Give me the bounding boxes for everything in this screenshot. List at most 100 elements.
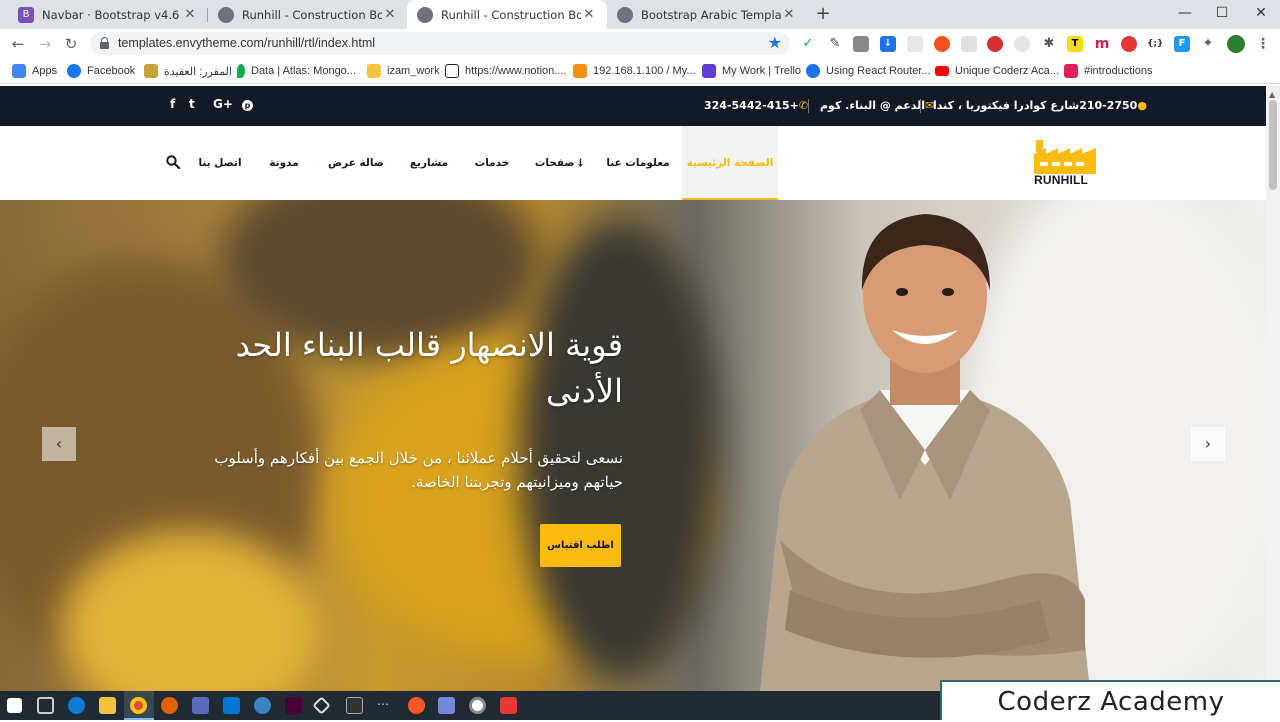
extension-icon[interactable]: ✓: [800, 36, 816, 52]
facebook-icon: [67, 64, 81, 78]
close-tab-icon[interactable]: ✕: [382, 7, 398, 22]
bookmark-aqeedah[interactable]: المقرر: العقيدة: [144, 63, 232, 79]
nav-gallery[interactable]: صالة عرض: [325, 126, 387, 200]
extension-icon[interactable]: m: [1094, 36, 1110, 52]
nav-blog[interactable]: مدونة: [262, 126, 306, 200]
request-quote-button[interactable]: اطلب اقتباس: [540, 524, 621, 567]
bookmark-trello[interactable]: My Work | Trello: [702, 63, 801, 79]
extension-icon[interactable]: [934, 36, 950, 52]
nav-about[interactable]: معلومات عنا: [606, 126, 670, 200]
bookmark-label: 192.168.1.100 / My...: [593, 65, 696, 77]
slider-prev-button[interactable]: ‹: [42, 427, 76, 461]
eyedropper-icon[interactable]: ✎: [827, 36, 843, 52]
twitter-icon[interactable]: t: [189, 97, 195, 111]
avatar[interactable]: [1227, 35, 1245, 53]
app-icon[interactable]: [254, 697, 271, 714]
bookmark-facebook[interactable]: Facebook: [67, 63, 135, 79]
extension-icon[interactable]: [1014, 36, 1030, 52]
search-icon[interactable]: [166, 155, 180, 169]
puzzle-icon[interactable]: ✦: [1200, 36, 1216, 52]
topbar-email[interactable]: ✉الدعم @ البناء. كوم: [820, 99, 934, 112]
reload-icon[interactable]: ↻: [60, 33, 82, 55]
terminal-icon[interactable]: [346, 697, 363, 714]
bookmark-react-router[interactable]: Using React Router...: [806, 63, 931, 79]
back-icon[interactable]: ←: [7, 33, 29, 55]
site-navbar: RUNHILL الصفحة الرئيسية معلومات عنا صفحا…: [0, 126, 1266, 200]
bookmark-notion[interactable]: https://www.notion....: [445, 63, 567, 79]
scroll-up-icon[interactable]: ▲: [1269, 90, 1275, 99]
close-window-button[interactable]: ✕: [1244, 0, 1278, 29]
phone-icon: ✆: [798, 99, 809, 112]
app-icon[interactable]: [192, 697, 209, 714]
download-icon[interactable]: ↓: [880, 36, 896, 52]
page-scrollbar[interactable]: ▲: [1266, 86, 1280, 691]
file-explorer-icon[interactable]: [99, 697, 116, 714]
nav-pages[interactable]: صفحات ⭣: [530, 126, 588, 200]
browser-tab-2[interactable]: Runhill - Construction Bootstrap ✕: [208, 0, 408, 29]
topbar-phone[interactable]: ✆+324-5442-415: [704, 99, 808, 112]
forward-icon[interactable]: →: [34, 33, 56, 55]
runhill-logo[interactable]: RUNHILL: [1034, 136, 1098, 188]
browser-tab-1[interactable]: B Navbar · Bootstrap v4.6 ✕: [8, 0, 208, 29]
extension-icon[interactable]: [907, 36, 923, 52]
site-topbar: f t G+ p ✆+324-5442-415 ✉الدعم @ البناء.…: [0, 86, 1266, 126]
hero-subtitle: نسعى لتحقيق أحلام عملائنا ، من خلال الجم…: [214, 449, 623, 491]
close-tab-icon[interactable]: ✕: [781, 7, 797, 22]
nav-home[interactable]: الصفحة الرئيسية: [682, 126, 778, 200]
slider-next-button[interactable]: ›: [1191, 427, 1225, 461]
mongodb-leaf-icon: [237, 64, 245, 78]
firefox-icon[interactable]: [161, 697, 178, 714]
trello-icon: [702, 64, 716, 78]
close-tab-icon[interactable]: ✕: [182, 7, 198, 22]
bookmark-star-icon[interactable]: ★: [768, 33, 782, 52]
bookmark-youtube[interactable]: Unique Coderz Aca...: [935, 63, 1059, 79]
nav-services[interactable]: خدمات: [470, 126, 514, 200]
camera-icon[interactable]: [853, 36, 869, 52]
task-view-icon[interactable]: [37, 697, 54, 714]
close-tab-icon[interactable]: ✕: [581, 7, 597, 22]
minimize-button[interactable]: —: [1168, 0, 1202, 29]
app-icon[interactable]: [408, 697, 425, 714]
bookmark-izam[interactable]: izam_work: [367, 63, 440, 79]
scrollbar-thumb[interactable]: [1269, 100, 1277, 190]
bookmark-label: Facebook: [87, 65, 136, 77]
extension-icon[interactable]: T: [1067, 36, 1083, 52]
windows-start-icon[interactable]: [7, 698, 22, 713]
bookmark-label: My Work | Trello: [722, 65, 802, 77]
bookmark-introductions[interactable]: #introductions: [1064, 63, 1153, 79]
app-icon[interactable]: ⋯: [377, 697, 394, 714]
email-text: الدعم @ البناء. كوم: [820, 99, 926, 112]
edge-icon[interactable]: [68, 697, 85, 714]
globe-icon: [417, 6, 433, 23]
extension-icon[interactable]: [1121, 36, 1137, 52]
bookmark-phpmyadmin[interactable]: 192.168.1.100 / My...: [573, 63, 696, 79]
new-tab-button[interactable]: +: [813, 4, 833, 24]
bookmark-atlas[interactable]: Data | Atlas: Mongo...: [237, 63, 356, 79]
extension-icon[interactable]: [961, 36, 977, 52]
menu-dots-icon[interactable]: ⋮: [1255, 36, 1271, 52]
browser-tab-4[interactable]: Bootstrap Arabic Template ✕: [607, 0, 807, 29]
notion-icon: [445, 64, 459, 78]
adobe-xd-icon[interactable]: [285, 697, 302, 714]
discord-icon[interactable]: [438, 697, 455, 714]
google-plus-icon[interactable]: G+: [213, 97, 233, 111]
pinterest-icon[interactable]: p: [242, 100, 253, 111]
maximize-button[interactable]: ☐: [1205, 0, 1239, 29]
chrome-icon[interactable]: [130, 697, 147, 714]
app-icon[interactable]: [312, 696, 331, 715]
address-bar[interactable]: templates.envytheme.com/runhill/rtl/inde…: [90, 32, 790, 55]
nav-projects[interactable]: مشاريع: [405, 126, 453, 200]
app-icon[interactable]: [469, 697, 486, 714]
bookmark-apps[interactable]: Apps: [12, 63, 57, 79]
vscode-icon[interactable]: [223, 697, 240, 714]
app-icon[interactable]: [500, 697, 517, 714]
extension-icon[interactable]: F: [1174, 36, 1190, 52]
nav-contact[interactable]: اتصل بنا: [196, 126, 244, 200]
opera-icon[interactable]: [987, 36, 1003, 52]
facebook-icon[interactable]: f: [170, 97, 175, 111]
json-icon[interactable]: {;}: [1147, 36, 1163, 52]
bug-icon[interactable]: ✱: [1041, 36, 1057, 52]
browser-tab-3-active[interactable]: Runhill - Construction Bootstrap ✕: [407, 0, 607, 29]
bootstrap-icon: B: [18, 6, 34, 23]
bookmark-label: المقرر: العقيدة: [164, 65, 232, 78]
